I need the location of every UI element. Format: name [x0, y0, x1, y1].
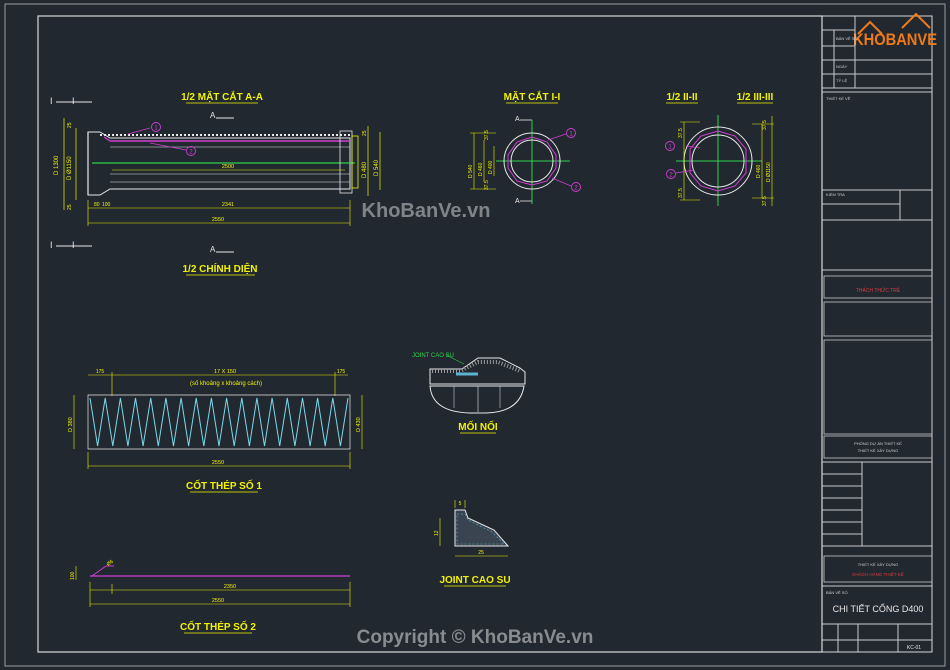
joint-title: MỐI NỐI	[458, 419, 498, 433]
aa-small-100: 100	[102, 202, 111, 208]
aa-dim-inner: 2500	[222, 164, 234, 170]
rubber-joint-title: JOINT CAO SU	[439, 575, 510, 586]
tb-sheet-no-label: BẢN VẼ SỐ	[826, 590, 848, 595]
half-ii-title: 1/2 II-II	[666, 92, 697, 103]
callout-1-aa: 1	[154, 126, 158, 132]
rebar1-left-dim: 175	[96, 369, 105, 375]
tb-footer-code: KC-01	[907, 645, 921, 651]
marker-a-bottom: A	[210, 245, 216, 254]
iii-dia1: D 460	[756, 164, 762, 178]
marker-i-tl: I	[50, 96, 53, 106]
callout-1-ii: 1	[569, 132, 573, 138]
khobanve-logo: KHOBANVE	[853, 12, 937, 49]
tb-row-1: BẢN VẼ SỐ	[836, 36, 858, 41]
title-block: KHOBANVE BẢN VẼ SỐ NGÀY TỶ LỆ THIẾT KẾ V…	[821, 12, 937, 653]
tb-red-text: THÁCH THỨC TRẺ	[856, 287, 901, 294]
rebar1-note: (số khoảng x khoảng cách)	[190, 381, 262, 387]
rebar1-top-dim: 17 X 150	[214, 369, 236, 375]
cad-drawing-canvas: 1/2 MẶT CẮT A-A A A I I I I D 1300 D Ø11…	[4, 3, 946, 667]
ii-thk-top: 37.5	[484, 130, 490, 140]
view-rebar-2: Ø6 100 2350 2550 CỐT THÉP SỐ 2	[70, 559, 351, 634]
watermark-copyright: Copyright © KhoBanVe.vn	[357, 627, 594, 648]
callout-2-iii: 2	[669, 173, 673, 179]
ii-half-thk-bot: 37.5	[678, 188, 684, 198]
watermark-center: KhoBanVe.vn	[362, 200, 491, 222]
iii-thk-bot: 37.5	[762, 196, 768, 206]
callout-2-ii: 2	[574, 186, 578, 192]
tb-red-text-2: KHÁCH HÀNG THIẾT KẾ	[852, 571, 903, 577]
rebar1-dia-left: D 380	[68, 417, 74, 432]
ii-dia1: D 540	[468, 164, 474, 178]
aa-small-80: 80	[94, 202, 100, 208]
view-section-ii-iii: 1/2 II-II 1/2 III-III 37.5 37.5 D 460 D …	[665, 92, 774, 206]
rebar1-right-dim: 175	[337, 369, 346, 375]
ii-thk-bot: 37.5	[484, 180, 490, 190]
ii-half-thk-top: 37.5	[678, 128, 684, 138]
marker-a-top: A	[210, 111, 216, 120]
section-ii-title: MẶT CẮT I-I	[504, 90, 561, 103]
tb-project-3: THIẾT KẾ XÂY DỰNG	[858, 562, 898, 567]
view-rebar-1: 175 17 X 150 175 (số khoảng x khoảng các…	[68, 369, 363, 493]
sheet-title: CHI TIẾT CỐNG D400	[833, 603, 924, 614]
tb-project-1: PHÒNG DỰ ÁN THIẾT KẾ	[854, 441, 902, 446]
tb-row-3: TỶ LỆ	[836, 78, 847, 83]
rebar1-dia-right: D 430	[356, 417, 362, 432]
tb-project-2: THIẾT KẾ XÂY DỰNG	[858, 448, 898, 453]
drawing-frame	[37, 15, 823, 653]
rubber-w: 25	[478, 550, 484, 556]
rebar1-title: CỐT THÉP SỐ 1	[186, 478, 262, 492]
rubber-t: 5	[459, 501, 462, 507]
iii-thk-top: 37.5	[762, 120, 768, 130]
ii-dia2: D 460	[478, 162, 484, 176]
aa-left-dia: D 1300	[54, 155, 60, 175]
callout-2-aa: 2	[189, 150, 193, 156]
rebar1-total-dim: 2550	[212, 460, 224, 466]
aa-small-bot-left: 25	[67, 204, 73, 210]
tb-row-2: NGÀY	[836, 64, 848, 69]
rubber-h: 12	[434, 530, 440, 536]
view-section-ii: MẶT CẮT I-I A A D 540 D 460 D 400 37.5 3…	[468, 90, 581, 205]
view-joint: JOINT CAO SU MỐI NỐI	[412, 353, 526, 434]
callout-1-iii: 1	[668, 145, 672, 151]
aa-left-dia2: D Ø1150	[67, 156, 73, 180]
tb-designer: THIẾT KẾ VẼ	[826, 96, 851, 101]
rebar1-spiral	[89, 397, 349, 447]
tb-checker: KIỂM TRA	[826, 192, 845, 197]
marker-ii-a-top: A	[515, 116, 520, 123]
aa-dim-total: 2550	[212, 217, 224, 223]
marker-i-bl2: I	[72, 240, 75, 250]
front-view-title: 1/2 CHÍNH DIỆN	[182, 262, 257, 275]
logo-text: KHOBANVE	[853, 30, 937, 49]
rebar2-title: CỐT THÉP SỐ 2	[180, 619, 256, 633]
aa-right-dia1: D 480	[362, 161, 368, 178]
aa-dim-inner-lower: 2341	[222, 202, 234, 208]
aa-small-top-left: 25	[67, 122, 73, 128]
aa-right-small: 25	[362, 130, 368, 136]
rebar2-len: 2350	[224, 584, 236, 590]
sheet-border	[4, 3, 946, 667]
view-section-aa: 1/2 MẶT CẮT A-A A A I I I I D 1300 D Ø11…	[50, 90, 381, 276]
marker-ii-a-bot: A	[515, 198, 520, 205]
aa-right-dia2: D 540	[374, 159, 380, 176]
half-iii-title: 1/2 III-III	[737, 92, 774, 103]
marker-i-tl2: I	[72, 96, 75, 106]
iii-dia2: D Ø1150	[766, 162, 772, 182]
ii-dia3: D 400	[488, 160, 494, 174]
section-aa-title: 1/2 MẶT CẮT A-A	[181, 90, 263, 103]
view-rubber-joint: 5 12 25 JOINT CAO SU	[434, 500, 511, 587]
rebar2-total: 2550	[212, 598, 224, 604]
marker-i-bl: I	[50, 240, 53, 250]
rebar2-end: 100	[70, 571, 76, 580]
